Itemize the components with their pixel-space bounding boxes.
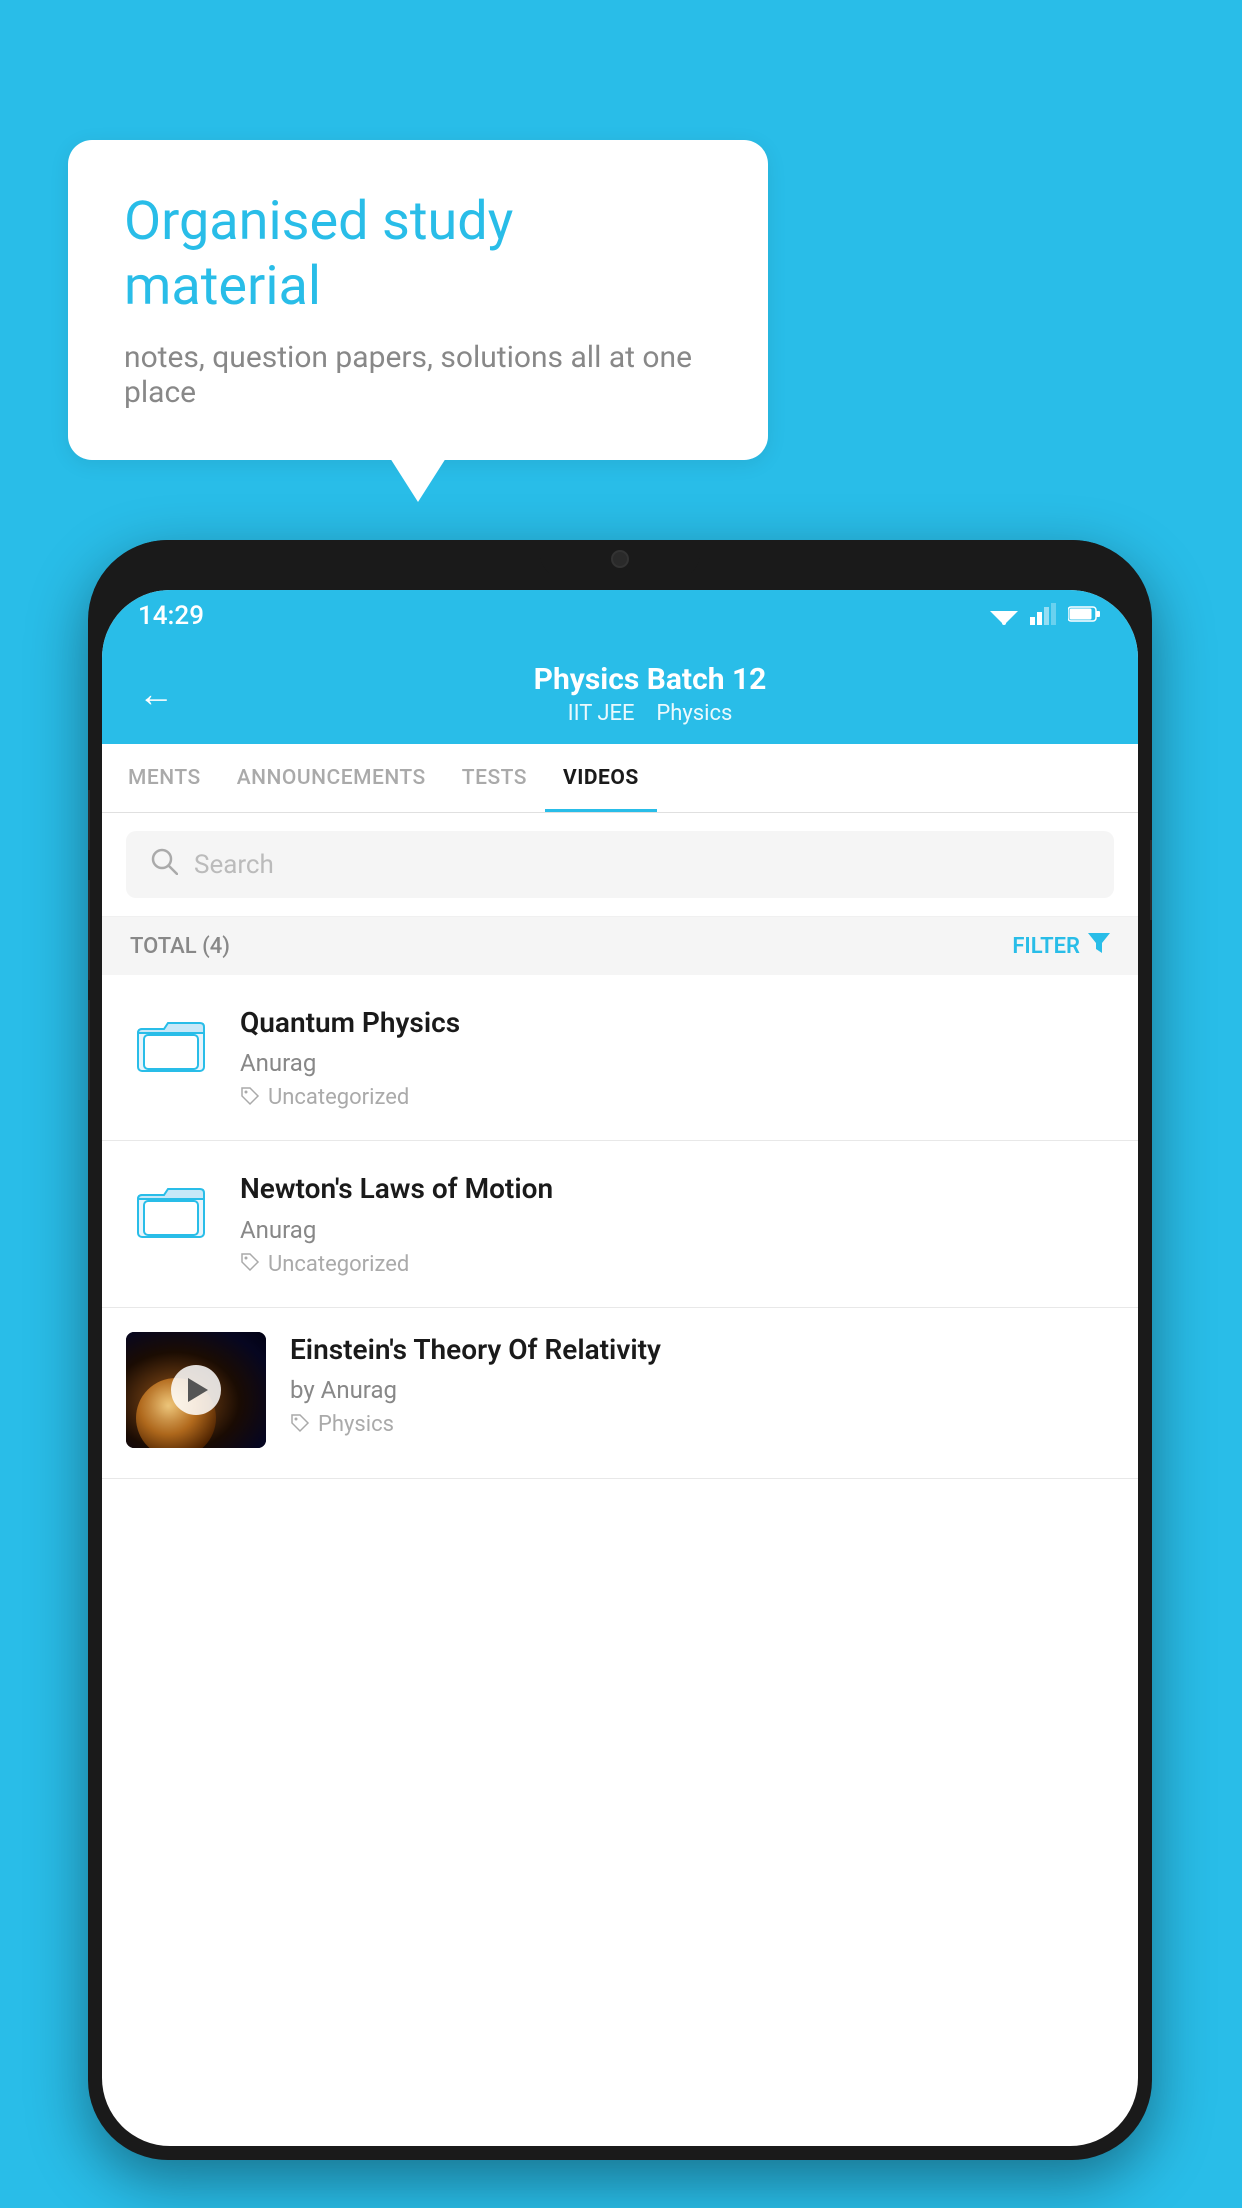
list-item[interactable]: Einstein's Theory Of Relativity by Anura… bbox=[102, 1308, 1138, 1479]
filter-label: FILTER bbox=[1012, 934, 1080, 959]
tag-icon bbox=[240, 1086, 260, 1110]
video-author: Anurag bbox=[240, 1216, 1114, 1244]
video-author: Anurag bbox=[240, 1049, 1114, 1077]
phone-frame: 14:29 bbox=[88, 540, 1152, 2160]
app-header: ← Physics Batch 12 IIT JEE Physics bbox=[102, 642, 1138, 744]
tab-announcements[interactable]: ANNOUNCEMENTS bbox=[219, 744, 444, 812]
subtitle-physics: Physics bbox=[656, 701, 732, 726]
search-bar-wrapper: Search bbox=[102, 813, 1138, 917]
video-tag: Physics bbox=[290, 1412, 1114, 1437]
video-info: Quantum Physics Anurag Uncategorized bbox=[240, 1005, 1114, 1110]
phone-screen: 14:29 bbox=[102, 590, 1138, 2146]
folder-icon-container bbox=[126, 1005, 216, 1085]
video-title: Einstein's Theory Of Relativity bbox=[290, 1332, 1114, 1368]
tag-label: Physics bbox=[318, 1412, 394, 1437]
filter-button[interactable]: FILTER bbox=[1012, 933, 1110, 959]
wifi-icon bbox=[990, 603, 1018, 629]
power-button bbox=[1150, 840, 1152, 920]
filter-icon bbox=[1088, 933, 1110, 959]
tabs-bar: MENTS ANNOUNCEMENTS TESTS VIDEOS bbox=[102, 744, 1138, 813]
search-placeholder: Search bbox=[194, 850, 274, 880]
total-count: TOTAL (4) bbox=[130, 934, 230, 959]
video-author: by Anurag bbox=[290, 1376, 1114, 1404]
header-title-block: Physics Batch 12 IIT JEE Physics bbox=[198, 662, 1102, 726]
play-button[interactable] bbox=[171, 1365, 221, 1415]
video-title: Newton's Laws of Motion bbox=[240, 1171, 1114, 1207]
speech-bubble: Organised study material notes, question… bbox=[68, 140, 768, 460]
notch-cutout bbox=[540, 540, 700, 578]
phone-notch bbox=[88, 540, 1152, 590]
subtitle-iit: IIT JEE bbox=[568, 701, 635, 726]
video-info: Einstein's Theory Of Relativity by Anura… bbox=[290, 1332, 1114, 1437]
play-icon bbox=[188, 1378, 208, 1402]
filter-bar: TOTAL (4) FILTER bbox=[102, 917, 1138, 975]
video-info: Newton's Laws of Motion Anurag Uncategor… bbox=[240, 1171, 1114, 1276]
volume-up-button bbox=[88, 880, 90, 980]
tab-tests[interactable]: TESTS bbox=[444, 744, 545, 812]
bubble-subtitle: notes, question papers, solutions all at… bbox=[124, 340, 712, 410]
status-time: 14:29 bbox=[138, 601, 204, 631]
video-tag: Uncategorized bbox=[240, 1085, 1114, 1110]
mute-button bbox=[88, 790, 90, 850]
volume-down-button bbox=[88, 1000, 90, 1100]
folder-icon bbox=[136, 1015, 206, 1075]
tab-ments[interactable]: MENTS bbox=[110, 744, 219, 812]
header-subtitle: IIT JEE Physics bbox=[198, 701, 1102, 726]
video-list: Quantum Physics Anurag Uncategorized bbox=[102, 975, 1138, 1479]
battery-icon bbox=[1068, 605, 1102, 627]
status-icons bbox=[990, 603, 1102, 629]
signal-icon bbox=[1030, 603, 1056, 629]
einstein-thumbnail bbox=[126, 1332, 266, 1448]
header-title: Physics Batch 12 bbox=[198, 662, 1102, 697]
status-bar: 14:29 bbox=[102, 590, 1138, 642]
tag-label: Uncategorized bbox=[268, 1085, 409, 1110]
folder-icon bbox=[136, 1181, 206, 1241]
tab-videos[interactable]: VIDEOS bbox=[545, 744, 657, 812]
search-icon bbox=[150, 847, 178, 882]
tag-icon bbox=[240, 1252, 260, 1276]
tag-icon bbox=[290, 1413, 310, 1437]
bubble-title: Organised study material bbox=[124, 190, 712, 320]
list-item[interactable]: Newton's Laws of Motion Anurag Uncategor… bbox=[102, 1141, 1138, 1307]
search-bar[interactable]: Search bbox=[126, 831, 1114, 898]
tag-label: Uncategorized bbox=[268, 1252, 409, 1277]
folder-icon-container bbox=[126, 1171, 216, 1251]
camera-dot bbox=[611, 550, 629, 568]
video-title: Quantum Physics bbox=[240, 1005, 1114, 1041]
list-item[interactable]: Quantum Physics Anurag Uncategorized bbox=[102, 975, 1138, 1141]
back-button[interactable]: ← bbox=[138, 673, 174, 715]
video-tag: Uncategorized bbox=[240, 1252, 1114, 1277]
